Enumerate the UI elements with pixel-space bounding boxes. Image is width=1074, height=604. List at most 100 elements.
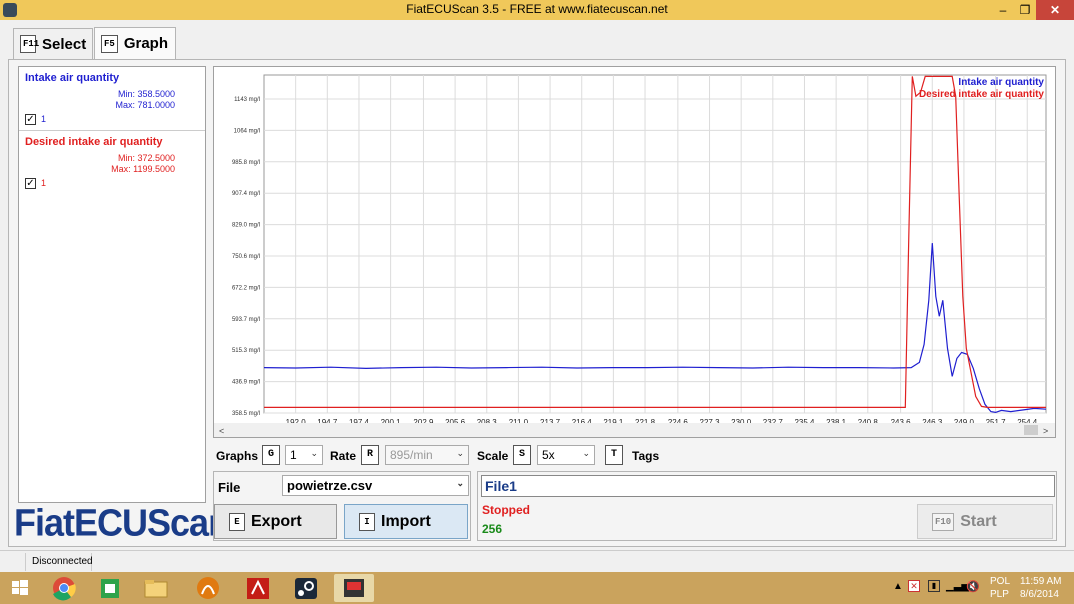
status-text: Stopped — [482, 503, 530, 517]
y-tick-label: 750.6 mg/l — [232, 254, 260, 260]
folder-logo — [144, 580, 168, 598]
chevron-down-icon: ⌄ — [310, 448, 318, 458]
tags-label: Tags — [632, 449, 660, 463]
scroll-right-icon: > — [1043, 426, 1048, 436]
graphs-select[interactable]: 1 ⌄ — [285, 445, 323, 465]
y-tick-label: 436.9 mg/l — [232, 380, 260, 386]
chrome-logo — [53, 577, 76, 601]
acrobat-logo — [247, 578, 269, 599]
rate-label: Rate — [330, 449, 357, 463]
scale-label: Scale — [477, 449, 509, 463]
rate-select[interactable]: 895/min ⌄ — [385, 445, 469, 465]
y-tick-label: 672.2 mg/l — [232, 285, 260, 291]
y-tick-label: 829.0 mg/l — [232, 223, 260, 229]
file-explorer-icon[interactable] — [136, 574, 176, 602]
tray-date[interactable]: 8/6/2014 — [1020, 589, 1059, 600]
tray-flag-icon[interactable]: ✕ — [908, 580, 920, 592]
import-label: Import — [381, 512, 431, 530]
file-select[interactable]: powietrze.csv ⌄ — [282, 475, 469, 496]
y-tick-label: 985.8 mg/l — [232, 160, 260, 166]
plot-area — [263, 74, 1047, 414]
rate-key: R — [361, 445, 379, 465]
chevron-down-icon: ⌄ — [456, 478, 464, 488]
file-value: powietrze.csv — [287, 478, 373, 493]
y-tick-label: 515.3 mg/l — [232, 348, 260, 354]
channel-min: Min: 358.5000 — [117, 89, 175, 99]
start-key: F10 — [932, 512, 955, 531]
horizontal-scrollbar — [214, 423, 1055, 437]
title-bar: FiatECUScan 3.5 - FREE at www.fiatecusca… — [0, 0, 1074, 20]
connection-status: Disconnected — [28, 553, 93, 571]
graphs-key: G — [262, 445, 280, 465]
scroll-left-icon: < — [219, 426, 224, 436]
orange-app-logo — [197, 577, 219, 599]
line-chart: 1143 mg/l 1064 mg/l 985.8 mg/l 907.4 mg/l 82… — [214, 74, 1055, 437]
start-label: Start — [960, 512, 997, 530]
y-tick-label: 358.5 mg/l — [232, 411, 260, 417]
tray-network-icon[interactable]: ▮ — [928, 580, 940, 592]
chrome-icon[interactable] — [44, 574, 84, 602]
fiatecuscan-icon[interactable] — [334, 574, 374, 602]
y-tick-label: 907.4 mg/l — [232, 191, 260, 197]
channel-item[interactable]: Intake air quantity Min: 358.5000 Max: 7… — [19, 67, 205, 131]
status-cell — [0, 553, 26, 571]
chevron-down-icon: ⌄ — [582, 448, 590, 458]
channel-name: Desired intake air quantity — [25, 136, 163, 148]
channel-item[interactable]: Desired intake air quantity Min: 372.500… — [19, 131, 205, 191]
orange-app-icon[interactable] — [188, 574, 228, 602]
acrobat-icon[interactable] — [238, 574, 278, 602]
windows-start-icon[interactable] — [2, 574, 38, 602]
chart-panel: 1143 mg/l 1064 mg/l 985.8 mg/l 907.4 mg/l 82… — [213, 66, 1056, 438]
channel-graph-number: 1 — [41, 178, 47, 188]
legend-entry: Desired intake air quantity — [919, 89, 1044, 100]
status-bar: Disconnected — [0, 550, 1074, 572]
filename-display: File1 — [481, 475, 1055, 497]
tray-chevron-icon[interactable]: ▲ — [893, 581, 903, 592]
tab-select-label: Select — [42, 35, 87, 53]
store-logo — [101, 579, 119, 598]
export-key: E — [229, 512, 245, 531]
channel-max: Max: 1199.5000 — [111, 164, 175, 174]
graphs-label: Graphs — [216, 449, 259, 463]
scale-key: S — [513, 445, 531, 465]
y-tick-label: 593.7 mg/l — [232, 317, 260, 323]
taskbar: ▲ ✕ ▮ ▁▃▅ 🔇 POL PLP 11:59 AM 8/6/2014 — [0, 572, 1074, 604]
channel-visible-checkbox[interactable]: ✓ — [25, 178, 36, 189]
tab-graph[interactable]: F5 Graph — [94, 27, 176, 59]
window-title: FiatECUScan 3.5 - FREE at www.fiatecusca… — [406, 2, 668, 16]
scrollbar-thumb — [1024, 425, 1038, 435]
fiatecuscan-logo: FiatECUScan — [14, 500, 230, 544]
tab-graph-key: F5 — [101, 34, 118, 53]
chevron-down-icon: ⌄ — [456, 448, 464, 458]
steam-logo — [295, 578, 317, 599]
scale-select[interactable]: 5x ⌄ — [537, 445, 595, 465]
close-button[interactable]: ✕ — [1036, 0, 1074, 20]
store-icon[interactable] — [90, 574, 130, 602]
channel-max: Max: 781.0000 — [115, 100, 175, 110]
channel-visible-checkbox[interactable]: ✓ — [25, 114, 36, 125]
export-label: Export — [251, 512, 302, 530]
export-button[interactable]: E Export — [214, 504, 337, 539]
fiatecuscan-logo-icon — [344, 579, 364, 597]
tray-keyboard-layout[interactable]: PLP — [990, 589, 1009, 600]
import-key: I — [359, 512, 375, 531]
start-button[interactable]: F10 Start — [917, 504, 1053, 539]
channel-list: Intake air quantity Min: 358.5000 Max: 7… — [18, 66, 206, 503]
channel-name: Intake air quantity — [25, 72, 120, 84]
tab-select-key: F11 — [20, 35, 39, 53]
tray-language[interactable]: POL — [990, 576, 1010, 587]
channel-min: Min: 372.5000 — [117, 153, 175, 163]
import-button[interactable]: I Import — [344, 504, 468, 539]
tray-volume-icon[interactable]: 🔇 — [966, 580, 980, 593]
windows-logo — [12, 580, 28, 595]
scale-value: 5x — [542, 448, 555, 462]
steam-icon[interactable] — [286, 574, 326, 602]
tray-time[interactable]: 11:59 AM — [1020, 576, 1062, 587]
file-label: File — [218, 480, 241, 495]
tags-key[interactable]: T — [605, 445, 623, 465]
y-tick-label: 1143 mg/l — [234, 97, 260, 103]
tab-graph-label: Graph — [123, 35, 168, 52]
sample-count: 256 — [482, 522, 503, 536]
tab-select[interactable]: F11 Select — [13, 28, 93, 59]
channel-graph-number: 1 — [41, 114, 47, 124]
